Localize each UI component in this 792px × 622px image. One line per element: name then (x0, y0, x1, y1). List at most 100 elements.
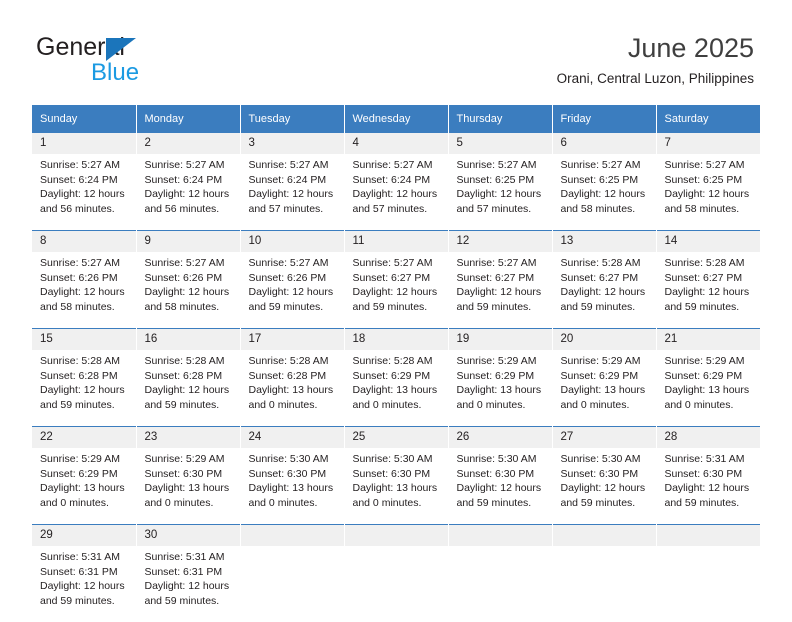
sunrise-text: Sunrise: 5:28 AM (40, 354, 130, 369)
day-number (449, 525, 552, 546)
sunrise-text: Sunrise: 5:30 AM (353, 452, 442, 467)
calendar-day-cell[interactable]: 19Sunrise: 5:29 AMSunset: 6:29 PMDayligh… (448, 329, 552, 427)
daylight-text: Daylight: 12 hours and 59 minutes. (353, 285, 442, 314)
calendar-day-cell[interactable]: 13Sunrise: 5:28 AMSunset: 6:27 PMDayligh… (552, 231, 656, 329)
calendar-day-cell[interactable]: 18Sunrise: 5:28 AMSunset: 6:29 PMDayligh… (344, 329, 448, 427)
calendar-day-cell[interactable]: 21Sunrise: 5:29 AMSunset: 6:29 PMDayligh… (656, 329, 760, 427)
day-details: Sunrise: 5:31 AMSunset: 6:31 PMDaylight:… (32, 546, 136, 622)
day-details: Sunrise: 5:30 AMSunset: 6:30 PMDaylight:… (553, 448, 656, 524)
sunrise-sunset-calendar: Sunday Monday Tuesday Wednesday Thursday… (32, 105, 760, 622)
calendar-day-cell[interactable]: 25Sunrise: 5:30 AMSunset: 6:30 PMDayligh… (344, 427, 448, 525)
page-header: General Blue June 2025 Orani, Central Lu… (0, 0, 792, 100)
title-block: June 2025 Orani, Central Luzon, Philippi… (557, 32, 754, 88)
day-number (657, 525, 761, 546)
day-number: 3 (241, 133, 344, 154)
day-details: Sunrise: 5:27 AMSunset: 6:25 PMDaylight:… (553, 154, 656, 230)
day-details: Sunrise: 5:28 AMSunset: 6:27 PMDaylight:… (657, 252, 761, 328)
calendar-day-cell[interactable]: 22Sunrise: 5:29 AMSunset: 6:29 PMDayligh… (32, 427, 136, 525)
calendar-day-cell-empty (448, 525, 552, 622)
calendar-day-cell[interactable]: 14Sunrise: 5:28 AMSunset: 6:27 PMDayligh… (656, 231, 760, 329)
sunrise-text: Sunrise: 5:31 AM (665, 452, 755, 467)
calendar-day-cell[interactable]: 12Sunrise: 5:27 AMSunset: 6:27 PMDayligh… (448, 231, 552, 329)
daylight-text: Daylight: 13 hours and 0 minutes. (353, 383, 442, 412)
sunrise-text: Sunrise: 5:29 AM (40, 452, 130, 467)
sunset-text: Sunset: 6:27 PM (353, 271, 442, 286)
day-number: 28 (657, 427, 761, 448)
sunset-text: Sunset: 6:30 PM (561, 467, 650, 482)
generalblue-logo[interactable]: General Blue (36, 33, 176, 83)
calendar-day-cell[interactable]: 17Sunrise: 5:28 AMSunset: 6:28 PMDayligh… (240, 329, 344, 427)
calendar-day-cell[interactable]: 23Sunrise: 5:29 AMSunset: 6:30 PMDayligh… (136, 427, 240, 525)
sunset-text: Sunset: 6:26 PM (249, 271, 338, 286)
day-details: Sunrise: 5:28 AMSunset: 6:28 PMDaylight:… (241, 350, 344, 426)
sunset-text: Sunset: 6:26 PM (40, 271, 130, 286)
calendar-day-cell[interactable]: 27Sunrise: 5:30 AMSunset: 6:30 PMDayligh… (552, 427, 656, 525)
sunset-text: Sunset: 6:30 PM (665, 467, 755, 482)
calendar-day-cell[interactable]: 29Sunrise: 5:31 AMSunset: 6:31 PMDayligh… (32, 525, 136, 622)
day-details: Sunrise: 5:28 AMSunset: 6:29 PMDaylight:… (345, 350, 448, 426)
sunrise-text: Sunrise: 5:28 AM (665, 256, 755, 271)
calendar-day-cell-empty (656, 525, 760, 622)
calendar-day-cell[interactable]: 2Sunrise: 5:27 AMSunset: 6:24 PMDaylight… (136, 133, 240, 231)
calendar-day-cell[interactable]: 10Sunrise: 5:27 AMSunset: 6:26 PMDayligh… (240, 231, 344, 329)
sunset-text: Sunset: 6:24 PM (353, 173, 442, 188)
calendar-day-cell[interactable]: 8Sunrise: 5:27 AMSunset: 6:26 PMDaylight… (32, 231, 136, 329)
day-number: 21 (657, 329, 761, 350)
calendar-week-row: 1Sunrise: 5:27 AMSunset: 6:24 PMDaylight… (32, 133, 760, 231)
sunrise-text: Sunrise: 5:27 AM (40, 158, 130, 173)
calendar-day-cell[interactable]: 28Sunrise: 5:31 AMSunset: 6:30 PMDayligh… (656, 427, 760, 525)
sunrise-text: Sunrise: 5:27 AM (249, 158, 338, 173)
daylight-text: Daylight: 12 hours and 57 minutes. (249, 187, 338, 216)
day-number: 26 (449, 427, 552, 448)
day-details (345, 546, 448, 622)
sunrise-text: Sunrise: 5:30 AM (457, 452, 546, 467)
calendar-day-cell[interactable]: 26Sunrise: 5:30 AMSunset: 6:30 PMDayligh… (448, 427, 552, 525)
day-number: 4 (345, 133, 448, 154)
day-number: 15 (32, 329, 136, 350)
weekday-header-thursday: Thursday (448, 105, 552, 133)
weekday-header-tuesday: Tuesday (240, 105, 344, 133)
sunset-text: Sunset: 6:24 PM (145, 173, 234, 188)
daylight-text: Daylight: 13 hours and 0 minutes. (145, 481, 234, 510)
day-details: Sunrise: 5:29 AMSunset: 6:30 PMDaylight:… (137, 448, 240, 524)
logo-word-blue: Blue (91, 59, 139, 86)
calendar-day-cell[interactable]: 11Sunrise: 5:27 AMSunset: 6:27 PMDayligh… (344, 231, 448, 329)
calendar-day-cell[interactable]: 15Sunrise: 5:28 AMSunset: 6:28 PMDayligh… (32, 329, 136, 427)
day-details: Sunrise: 5:28 AMSunset: 6:28 PMDaylight:… (137, 350, 240, 426)
day-number: 17 (241, 329, 344, 350)
calendar-day-cell[interactable]: 16Sunrise: 5:28 AMSunset: 6:28 PMDayligh… (136, 329, 240, 427)
daylight-text: Daylight: 12 hours and 59 minutes. (457, 481, 546, 510)
day-details: Sunrise: 5:29 AMSunset: 6:29 PMDaylight:… (32, 448, 136, 524)
day-details: Sunrise: 5:27 AMSunset: 6:24 PMDaylight:… (137, 154, 240, 230)
day-details: Sunrise: 5:27 AMSunset: 6:24 PMDaylight:… (32, 154, 136, 230)
day-number: 10 (241, 231, 344, 252)
day-number: 11 (345, 231, 448, 252)
daylight-text: Daylight: 12 hours and 58 minutes. (665, 187, 755, 216)
calendar-day-cell[interactable]: 7Sunrise: 5:27 AMSunset: 6:25 PMDaylight… (656, 133, 760, 231)
page-subtitle: Orani, Central Luzon, Philippines (557, 70, 754, 88)
sunset-text: Sunset: 6:28 PM (249, 369, 338, 384)
day-number: 12 (449, 231, 552, 252)
day-number: 2 (137, 133, 240, 154)
calendar-day-cell[interactable]: 4Sunrise: 5:27 AMSunset: 6:24 PMDaylight… (344, 133, 448, 231)
calendar-day-cell[interactable]: 9Sunrise: 5:27 AMSunset: 6:26 PMDaylight… (136, 231, 240, 329)
day-number: 16 (137, 329, 240, 350)
calendar-day-cell[interactable]: 3Sunrise: 5:27 AMSunset: 6:24 PMDaylight… (240, 133, 344, 231)
page-title: June 2025 (557, 32, 754, 64)
sunrise-text: Sunrise: 5:27 AM (665, 158, 755, 173)
daylight-text: Daylight: 13 hours and 0 minutes. (457, 383, 546, 412)
calendar-day-cell[interactable]: 5Sunrise: 5:27 AMSunset: 6:25 PMDaylight… (448, 133, 552, 231)
calendar-day-cell[interactable]: 20Sunrise: 5:29 AMSunset: 6:29 PMDayligh… (552, 329, 656, 427)
sunset-text: Sunset: 6:27 PM (561, 271, 650, 286)
calendar-body: 1Sunrise: 5:27 AMSunset: 6:24 PMDaylight… (32, 133, 760, 622)
calendar-day-cell[interactable]: 30Sunrise: 5:31 AMSunset: 6:31 PMDayligh… (136, 525, 240, 622)
day-number (553, 525, 656, 546)
sunrise-text: Sunrise: 5:27 AM (145, 158, 234, 173)
daylight-text: Daylight: 12 hours and 59 minutes. (457, 285, 546, 314)
sunset-text: Sunset: 6:25 PM (457, 173, 546, 188)
calendar-day-cell[interactable]: 24Sunrise: 5:30 AMSunset: 6:30 PMDayligh… (240, 427, 344, 525)
calendar-day-cell[interactable]: 1Sunrise: 5:27 AMSunset: 6:24 PMDaylight… (32, 133, 136, 231)
day-details: Sunrise: 5:27 AMSunset: 6:24 PMDaylight:… (241, 154, 344, 230)
calendar-day-cell[interactable]: 6Sunrise: 5:27 AMSunset: 6:25 PMDaylight… (552, 133, 656, 231)
weekday-header-sunday: Sunday (32, 105, 136, 133)
